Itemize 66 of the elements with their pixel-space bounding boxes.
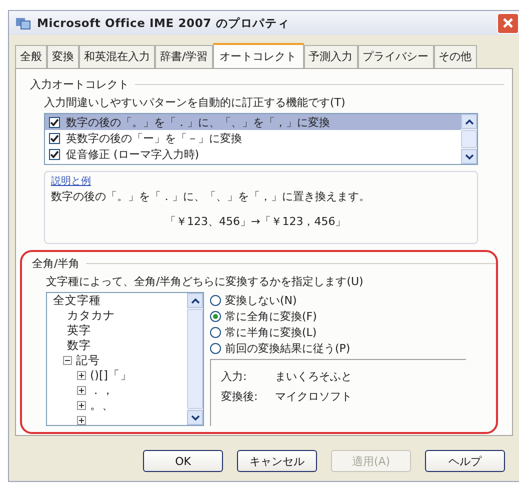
dialog-button[interactable]: OK — [143, 450, 223, 472]
collapse-icon[interactable] — [63, 356, 72, 365]
caret-down-icon — [190, 414, 200, 420]
scroll-down-button[interactable] — [187, 410, 203, 425]
radio-button[interactable] — [210, 310, 221, 322]
scroll-up-button[interactable] — [187, 293, 203, 308]
checkbox[interactable] — [49, 132, 60, 144]
tree-item[interactable]: 。、 — [90, 398, 114, 413]
description-text: 入力間違いしやすいパターンを自動的に訂正する機能です(T) — [44, 95, 346, 110]
item-label: 数字の後の「。」を「．」に、「、」を「，」に変換 — [66, 114, 330, 130]
tab[interactable]: 変換 — [47, 45, 79, 68]
caret-up-icon — [464, 118, 474, 124]
tree-item[interactable]: ．， — [90, 383, 114, 398]
option-label[interactable]: 前回の変換結果に従う(P) — [225, 340, 350, 356]
scroll-thumb[interactable] — [187, 309, 203, 409]
window-title: Microsoft Office IME 2007 のプロパティ — [37, 16, 291, 30]
group-heading: 入力オートコレクト — [30, 77, 129, 92]
radio-button[interactable] — [210, 342, 221, 354]
preview-value: マイクロソフト — [275, 388, 352, 404]
radio-button[interactable] — [210, 294, 221, 306]
option-label[interactable]: 常に半角に変換(L) — [225, 324, 317, 340]
radio-button[interactable] — [210, 326, 221, 338]
item-label: 英数字の後の「ー」を「－」に変換 — [66, 130, 242, 146]
tab[interactable]: 全般 — [15, 45, 47, 68]
item-label: 促音修正 (ローマ字入力時) — [66, 146, 200, 162]
scroll-thumb[interactable] — [461, 130, 477, 148]
tab[interactable]: 和英混在入力 — [79, 45, 155, 68]
tab[interactable]: その他 — [434, 45, 477, 68]
tree-item[interactable]: 英字 — [67, 323, 91, 338]
tree-item[interactable]: カタカナ — [67, 308, 115, 323]
group-heading: 全角/半角 — [32, 256, 80, 271]
checkbox[interactable] — [49, 148, 60, 160]
scroll-up-button[interactable] — [461, 114, 477, 129]
dialog-button[interactable]: ヘルプ — [425, 450, 505, 472]
explanation-heading: 説明と例 — [51, 174, 92, 188]
checkbox[interactable] — [49, 116, 60, 128]
tree-item[interactable]: 記号 — [76, 353, 100, 368]
expand-icon[interactable] — [77, 401, 86, 410]
tab[interactable]: プライバシー — [358, 45, 434, 68]
example-text: 「￥123、456」→「￥123，456」 — [165, 214, 348, 229]
option-label[interactable]: 変換しない(N) — [225, 292, 297, 308]
list-item[interactable]: 促音修正 (ローマ字入力時) — [45, 146, 461, 162]
preview-value: まいくろそふと — [275, 368, 352, 384]
expand-icon[interactable] — [77, 371, 86, 380]
tab[interactable]: 辞書/学習 — [155, 45, 213, 68]
dialog-button[interactable]: キャンセル — [237, 450, 317, 472]
app-icon — [15, 15, 31, 31]
caret-up-icon — [190, 298, 200, 304]
preview-label: 入力: — [221, 368, 248, 384]
list-item[interactable]: 数字の後の「。」を「．」に、「、」を「，」に変換 — [45, 114, 461, 130]
tab[interactable]: 予測入力 — [304, 45, 358, 68]
tree-item[interactable]: 全文字種 — [53, 293, 101, 308]
option-label[interactable]: 常に全角に変換(F) — [225, 308, 317, 324]
caret-down-icon — [464, 154, 474, 160]
tree-item[interactable]: ()[]「」 — [90, 368, 132, 383]
explanation-text: 数字の後の「。」を「．」に、「、」を「，」に置き換えます。 — [51, 189, 371, 204]
tab[interactable]: オートコレクト — [212, 43, 304, 68]
expand-icon[interactable] — [77, 386, 86, 395]
description-text: 文字種によって、全角/半角どちらに変換するかを指定します(U) — [46, 274, 364, 289]
close-icon — [502, 17, 514, 29]
tree-item[interactable]: 数字 — [67, 338, 91, 353]
scroll-down-button[interactable] — [461, 149, 477, 164]
list-item[interactable]: 英数字の後の「ー」を「－」に変換 — [45, 130, 461, 146]
expand-icon[interactable] — [77, 416, 86, 425]
preview-label: 変換後: — [221, 388, 259, 404]
close-button[interactable] — [497, 12, 519, 34]
